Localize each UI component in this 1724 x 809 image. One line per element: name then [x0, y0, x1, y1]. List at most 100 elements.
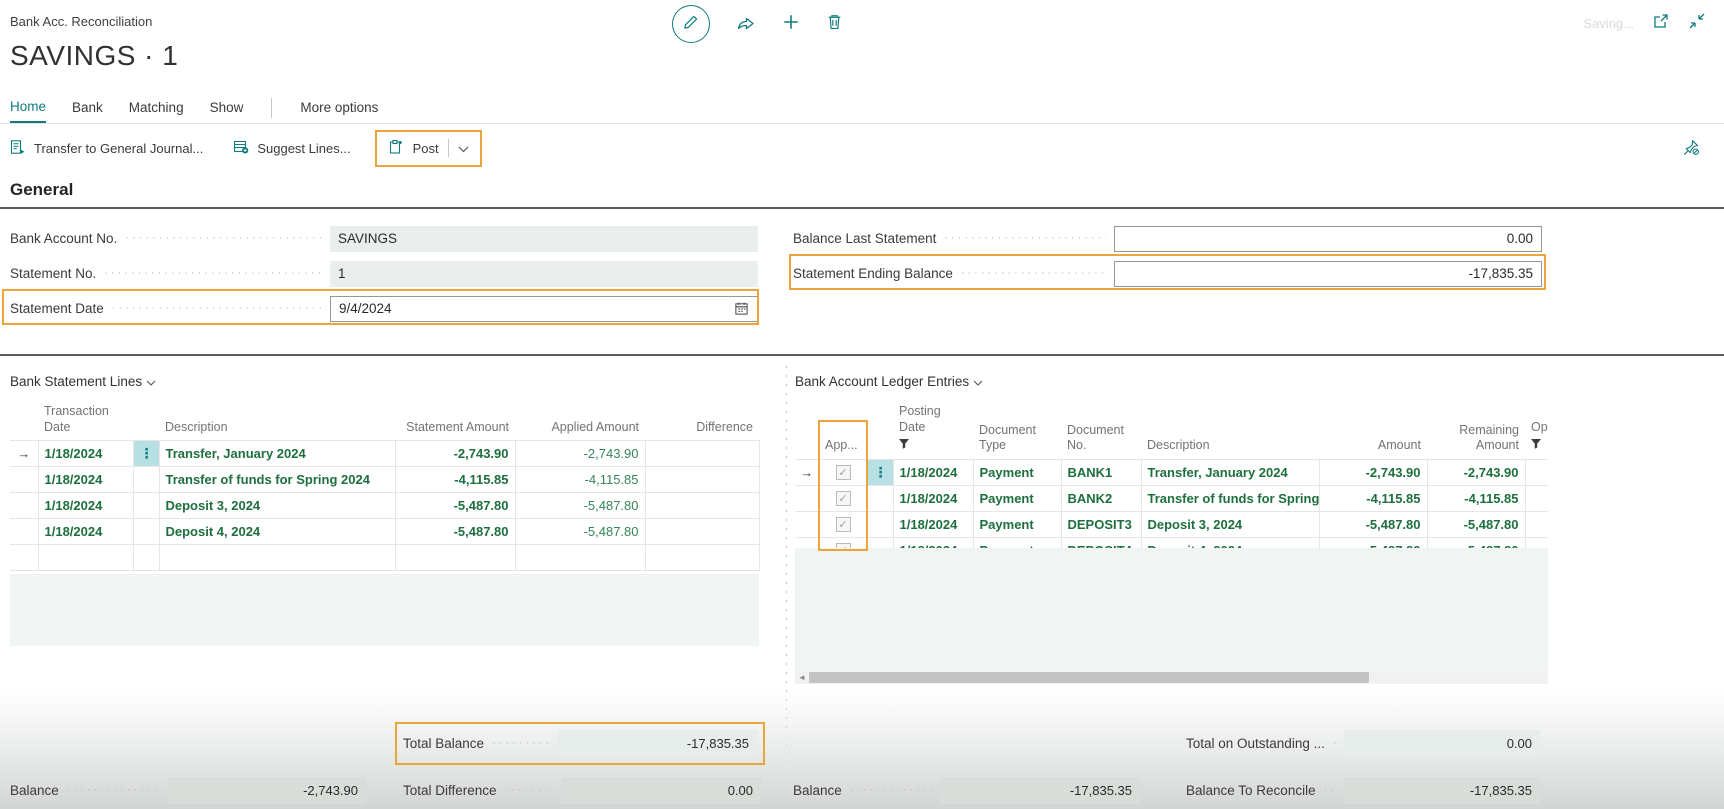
cell-amount[interactable]: -4,115.85: [1319, 485, 1427, 511]
cell-description[interactable]: Transfer, January 2024: [159, 441, 395, 467]
collapse-icon[interactable]: [1688, 12, 1706, 35]
share-icon[interactable]: [736, 13, 756, 36]
cell-difference[interactable]: [645, 467, 759, 493]
balance-last-statement-field[interactable]: 0.00: [1114, 226, 1542, 252]
cell-document-no[interactable]: BANK2: [1061, 485, 1141, 511]
col-document-no[interactable]: Document No.: [1061, 402, 1141, 459]
cell-date[interactable]: 1/18/2024: [38, 467, 133, 493]
cell-document-type[interactable]: Payment: [973, 485, 1061, 511]
cell-statement-amount[interactable]: -2,743.90: [395, 441, 515, 467]
cell-empty[interactable]: [395, 545, 515, 571]
cell-empty[interactable]: [645, 545, 759, 571]
cell-op[interactable]: [1525, 511, 1548, 537]
col-statement-amount[interactable]: Statement Amount: [395, 402, 515, 441]
cell-description[interactable]: Transfer of funds for Spring ...: [1141, 485, 1319, 511]
cell-remaining-amount[interactable]: -2,743.90: [1427, 459, 1525, 485]
row-ellipsis-icon[interactable]: ⋮: [133, 441, 159, 467]
cell-document-no[interactable]: BANK1: [1061, 459, 1141, 485]
ellipsis-cell[interactable]: [133, 519, 159, 545]
cell-difference[interactable]: [645, 519, 759, 545]
open-in-new-window-icon[interactable]: [1652, 12, 1670, 35]
cell-op[interactable]: [1525, 459, 1548, 485]
cell-empty[interactable]: [38, 545, 133, 571]
row-ellipsis-icon[interactable]: ⋮: [867, 459, 893, 485]
scrollbar-thumb[interactable]: [809, 672, 1369, 683]
cell-empty[interactable]: [133, 545, 159, 571]
tab-matching[interactable]: Matching: [129, 100, 184, 122]
cell-applied-amount[interactable]: -2,743.90: [515, 441, 645, 467]
cell-date[interactable]: 1/18/2024: [38, 441, 133, 467]
cell-description[interactable]: Transfer of funds for Spring 2024: [159, 467, 395, 493]
statement-no-field[interactable]: 1: [330, 261, 758, 287]
cell-document-no[interactable]: DEPOSIT3: [1061, 511, 1141, 537]
calendar-icon[interactable]: [734, 301, 749, 316]
cell-difference[interactable]: [645, 493, 759, 519]
col-transaction-date[interactable]: Transaction Date: [38, 402, 133, 441]
tab-more-options[interactable]: More options: [300, 100, 378, 122]
cell-op[interactable]: [1525, 485, 1548, 511]
ellipsis-cell[interactable]: [133, 467, 159, 493]
tab-home[interactable]: Home: [10, 99, 46, 123]
cell-posting-date[interactable]: 1/18/2024: [893, 485, 973, 511]
cell-empty[interactable]: [515, 545, 645, 571]
cell-date[interactable]: 1/18/2024: [38, 493, 133, 519]
general-section-header[interactable]: General: [10, 180, 73, 200]
cell-statement-amount[interactable]: -5,487.80: [395, 519, 515, 545]
cell-amount[interactable]: -2,743.90: [1319, 459, 1427, 485]
cell-remaining-amount[interactable]: -5,487.80: [1427, 511, 1525, 537]
statement-date-field[interactable]: 9/4/2024: [330, 296, 758, 322]
bank-statement-lines-header[interactable]: Bank Statement Lines: [10, 374, 156, 389]
tab-show[interactable]: Show: [210, 100, 244, 122]
col-ledger-description[interactable]: Description: [1141, 402, 1319, 459]
transfer-to-general-journal-button[interactable]: Transfer to General Journal...: [10, 139, 203, 158]
col-posting-date[interactable]: Posting Date: [893, 402, 973, 459]
applied-checkbox[interactable]: ✓: [836, 491, 851, 506]
col-description[interactable]: Description: [159, 402, 395, 441]
suggest-lines-button[interactable]: Suggest Lines...: [233, 139, 350, 158]
delete-icon[interactable]: [826, 13, 843, 35]
post-button-highlighted[interactable]: Post: [375, 130, 482, 167]
col-amount[interactable]: Amount: [1319, 402, 1427, 459]
col-document-type[interactable]: Document Type: [973, 402, 1061, 459]
cell-posting-date[interactable]: 1/18/2024: [893, 459, 973, 485]
cell-statement-amount[interactable]: -5,487.80: [395, 493, 515, 519]
cell-description[interactable]: Deposit 3, 2024: [159, 493, 395, 519]
cell-empty[interactable]: [159, 545, 395, 571]
statement-ending-balance-field[interactable]: -17,835.35: [1114, 261, 1542, 287]
filter-icon[interactable]: [1531, 438, 1548, 454]
cell-document-type[interactable]: Payment: [973, 459, 1061, 485]
applied-checkbox[interactable]: ✓: [836, 517, 851, 532]
col-op[interactable]: Op: [1525, 402, 1548, 459]
tab-bank[interactable]: Bank: [72, 100, 103, 122]
edit-button[interactable]: [672, 5, 710, 43]
bank-account-no-field[interactable]: SAVINGS: [330, 226, 758, 252]
scroll-left-arrow-icon[interactable]: ◄: [795, 673, 809, 682]
filter-icon[interactable]: [899, 438, 967, 454]
add-icon[interactable]: [782, 13, 800, 36]
cell-statement-amount[interactable]: -4,115.85: [395, 467, 515, 493]
cell-difference[interactable]: [645, 441, 759, 467]
cell-applied-amount[interactable]: -5,487.80: [515, 493, 645, 519]
cell-applied-amount[interactable]: -4,115.85: [515, 467, 645, 493]
applied-checkbox[interactable]: ✓: [836, 465, 851, 480]
col-difference[interactable]: Difference: [645, 402, 759, 441]
chevron-down-icon[interactable]: [458, 141, 469, 156]
cell-amount[interactable]: -5,487.80: [1319, 511, 1427, 537]
ellipsis-cell[interactable]: [867, 511, 893, 537]
cell-applied-amount[interactable]: -5,487.80: [515, 519, 645, 545]
col-applied[interactable]: App...: [819, 402, 867, 459]
horizontal-scrollbar[interactable]: ◄: [795, 671, 1548, 684]
col-applied-amount[interactable]: Applied Amount: [515, 402, 645, 441]
cell-description[interactable]: Transfer, January 2024: [1141, 459, 1319, 485]
unpin-icon[interactable]: [1682, 138, 1700, 161]
cell-remaining-amount[interactable]: -4,115.85: [1427, 485, 1525, 511]
col-remaining-amount[interactable]: Remaining Amount: [1427, 402, 1525, 459]
cell-posting-date[interactable]: 1/18/2024: [893, 511, 973, 537]
cell-description[interactable]: Deposit 3, 2024: [1141, 511, 1319, 537]
ellipsis-cell[interactable]: [133, 493, 159, 519]
cell-document-type[interactable]: Payment: [973, 511, 1061, 537]
cell-description[interactable]: Deposit 4, 2024: [159, 519, 395, 545]
ellipsis-cell[interactable]: [867, 485, 893, 511]
breadcrumb[interactable]: Bank Acc. Reconciliation: [10, 14, 152, 29]
cell-date[interactable]: 1/18/2024: [38, 519, 133, 545]
